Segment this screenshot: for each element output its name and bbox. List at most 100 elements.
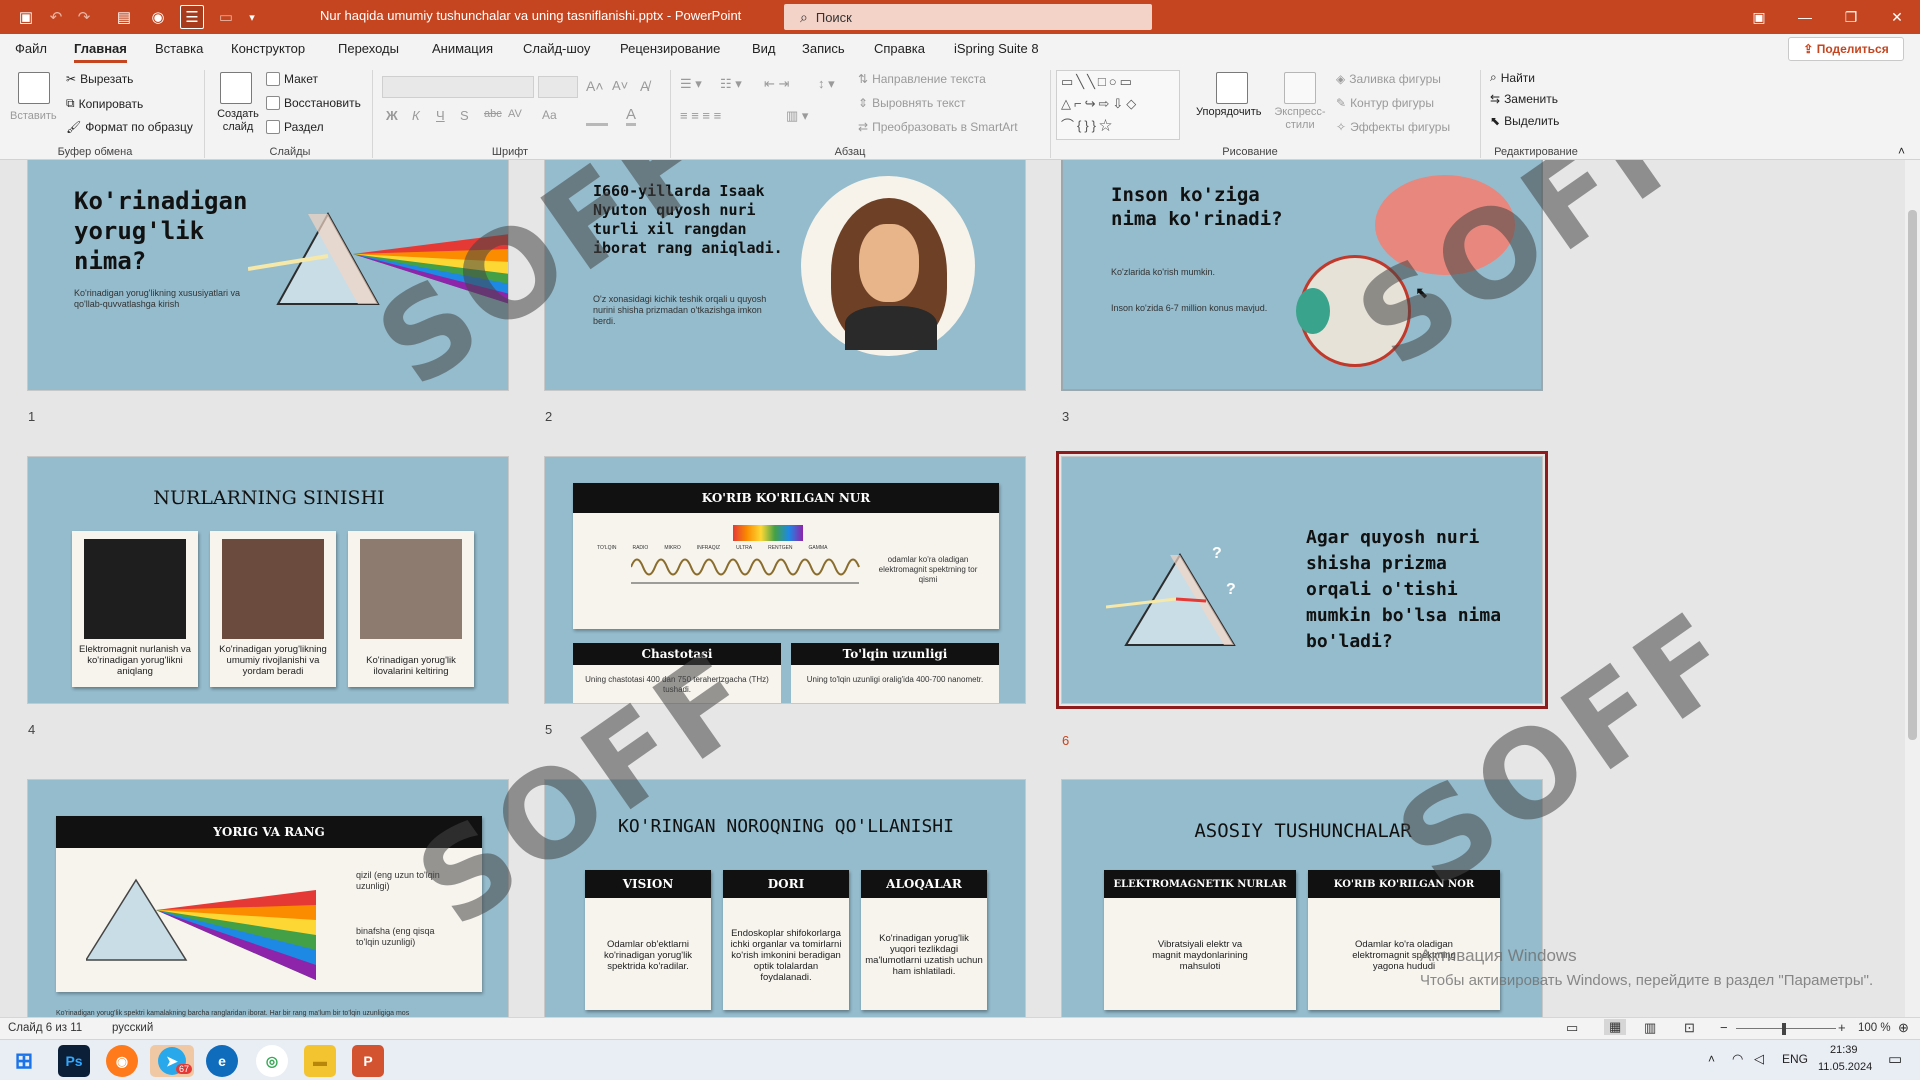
shapes-gallery[interactable]: ▭╲╲□○▭ △⌐↪⇨⇩◇ ⌒{}}☆: [1056, 70, 1180, 140]
share-button[interactable]: ⇪ Поделиться: [1788, 37, 1904, 61]
zoom-in-icon[interactable]: +: [1838, 1020, 1846, 1035]
fit-to-window-icon[interactable]: ⊕: [1898, 1020, 1909, 1036]
quick-styles-button[interactable]: Экспресс-стили: [1272, 106, 1328, 132]
tab-record[interactable]: Запись: [802, 41, 845, 56]
indent-icon[interactable]: ⇤ ⇥: [764, 76, 789, 92]
zoom-slider[interactable]: [1736, 1028, 1836, 1029]
undo-icon[interactable]: ↶: [44, 5, 68, 29]
shrink-font-icon[interactable]: A˅: [612, 78, 628, 93]
new-slide-button[interactable]: Создать слайд: [214, 108, 262, 134]
normal-view-icon[interactable]: ▭: [1566, 1020, 1578, 1036]
tab-help[interactable]: Справка: [874, 41, 925, 56]
slide-sorter-icon[interactable]: ▦: [1604, 1019, 1627, 1035]
tab-slideshow[interactable]: Слайд-шоу: [523, 41, 590, 56]
tab-transitions[interactable]: Переходы: [338, 41, 399, 56]
align-text-button[interactable]: ⇕ Выровнять текст: [858, 96, 966, 110]
photoshop-icon[interactable]: Ps: [58, 1045, 90, 1077]
text-direction-button[interactable]: ⇅ Направление текста: [858, 72, 986, 86]
paste-icon[interactable]: [18, 72, 50, 104]
change-case-button[interactable]: Aa: [542, 108, 557, 122]
clock-time[interactable]: 21:39: [1830, 1044, 1858, 1056]
underline-button[interactable]: Ч: [436, 108, 445, 123]
customize-quick-access-icon[interactable]: ▾: [244, 5, 260, 29]
quick-styles-icon[interactable]: [1284, 72, 1316, 104]
bullets-icon[interactable]: ☰ ▾: [680, 76, 702, 92]
font-size-box[interactable]: [538, 76, 578, 98]
arrange-icon[interactable]: [1216, 72, 1248, 104]
italic-button[interactable]: К: [412, 108, 420, 123]
columns-icon[interactable]: ▥ ▾: [786, 108, 808, 124]
shape-fill-button[interactable]: ◈ Заливка фигуры: [1336, 72, 1441, 86]
zoom-slider-thumb[interactable]: [1782, 1023, 1786, 1035]
language-indicator[interactable]: ENG: [1782, 1052, 1808, 1066]
tab-insert[interactable]: Вставка: [155, 41, 203, 56]
slide-thumbnail-6[interactable]: ? ? Agar quyosh nuri shisha prizma orqal…: [1056, 451, 1548, 709]
clock-date[interactable]: 11.05.2024: [1818, 1061, 1872, 1073]
tab-review[interactable]: Рецензирование: [620, 41, 720, 56]
paste-button[interactable]: Вставить: [10, 110, 57, 122]
clear-format-icon[interactable]: A̸: [640, 78, 649, 94]
presenter-icon[interactable]: ▭: [214, 5, 238, 29]
zoom-level[interactable]: 100 %: [1858, 1022, 1891, 1034]
shape-effects-button[interactable]: ✧ Эффекты фигуры: [1336, 120, 1450, 134]
speaker-icon[interactable]: ◁: [1754, 1051, 1764, 1067]
tab-view[interactable]: Вид: [752, 41, 776, 56]
format-painter-button[interactable]: 🖌 Формат по образцу: [66, 120, 193, 134]
spacing-icon[interactable]: AV: [508, 108, 522, 120]
chevron-up-icon[interactable]: ˄: [1708, 1052, 1715, 1066]
smartart-button[interactable]: ⇄ Преобразовать в SmartArt: [858, 120, 1018, 134]
replace-button[interactable]: ⇆ Заменить: [1490, 92, 1558, 106]
tab-file[interactable]: Файл: [15, 41, 47, 56]
new-slide-icon[interactable]: [220, 72, 252, 104]
scrollbar-thumb[interactable]: [1908, 210, 1917, 740]
tab-animations[interactable]: Анимация: [432, 41, 493, 56]
slide-thumbnail-4[interactable]: NURLARNING SINISHI Elektromagnit nurlani…: [27, 456, 509, 704]
layout-button[interactable]: Макет: [266, 72, 318, 86]
restore-button[interactable]: ❐: [1828, 0, 1874, 34]
notification-icon[interactable]: ▭: [1888, 1050, 1902, 1068]
language-status[interactable]: русский: [112, 1022, 153, 1034]
windows-start-icon[interactable]: ⊞: [8, 1045, 40, 1077]
record-icon[interactable]: ◉: [146, 5, 170, 29]
shape-outline-button[interactable]: ✎ Контур фигуры: [1336, 96, 1434, 110]
slideshow-icon[interactable]: ▤: [112, 5, 136, 29]
reading-view-icon[interactable]: ▥: [1644, 1020, 1656, 1036]
save-icon[interactable]: ▣: [14, 5, 38, 29]
cut-button[interactable]: ✂ Вырезать: [66, 72, 133, 86]
minimize-button[interactable]: —: [1782, 0, 1828, 34]
tab-ispring[interactable]: iSpring Suite 8: [954, 41, 1039, 56]
firefox-icon[interactable]: ◉: [106, 1045, 138, 1077]
close-button[interactable]: ✕: [1874, 0, 1920, 34]
redo-icon[interactable]: ↷: [72, 5, 96, 29]
highlight-icon[interactable]: [586, 108, 608, 126]
zoom-out-icon[interactable]: −: [1720, 1020, 1728, 1035]
edge-icon[interactable]: e: [206, 1045, 238, 1077]
line-spacing-icon[interactable]: ↕ ▾: [818, 76, 835, 92]
copy-button[interactable]: ⧉ Копировать: [66, 96, 143, 111]
wifi-icon[interactable]: ◠: [1732, 1051, 1743, 1067]
arrange-button[interactable]: Упорядочить: [1196, 106, 1261, 118]
align-icons[interactable]: ≡ ≡ ≡ ≡: [680, 108, 721, 123]
section-button[interactable]: Раздел: [266, 120, 324, 134]
collapse-ribbon-icon[interactable]: ˄: [1898, 144, 1905, 158]
search-box[interactable]: ⌕ Поиск: [784, 4, 1152, 30]
shadow-button[interactable]: S: [460, 108, 469, 123]
ribbon-display-icon[interactable]: ▣: [1736, 0, 1782, 34]
strikethrough-icon[interactable]: abc: [484, 108, 502, 120]
powerpoint-icon[interactable]: P: [352, 1045, 384, 1077]
tab-home[interactable]: Главная: [74, 41, 127, 63]
numbering-icon[interactable]: ☷ ▾: [720, 76, 742, 92]
find-button[interactable]: ⌕ Найти: [1490, 70, 1535, 85]
grow-font-icon[interactable]: A˄: [586, 78, 604, 94]
slideshow-view-icon[interactable]: ⊡: [1684, 1020, 1695, 1036]
reset-button[interactable]: Восстановить: [266, 96, 361, 110]
chrome-icon[interactable]: ◎: [256, 1045, 288, 1077]
font-color-button[interactable]: A: [626, 106, 637, 126]
select-button[interactable]: ⬉ Выделить: [1490, 114, 1559, 128]
font-name-box[interactable]: [382, 76, 534, 98]
tab-design[interactable]: Конструктор: [231, 41, 305, 56]
vertical-scrollbar[interactable]: [1905, 160, 1920, 1017]
file-explorer-icon[interactable]: ▬: [304, 1045, 336, 1077]
bold-button[interactable]: Ж: [386, 108, 398, 123]
slide-thumbnail-5[interactable]: KO'RIB KO'RILGAN NUR TO'LQIN RADIO MIKRO IN…: [544, 456, 1026, 704]
